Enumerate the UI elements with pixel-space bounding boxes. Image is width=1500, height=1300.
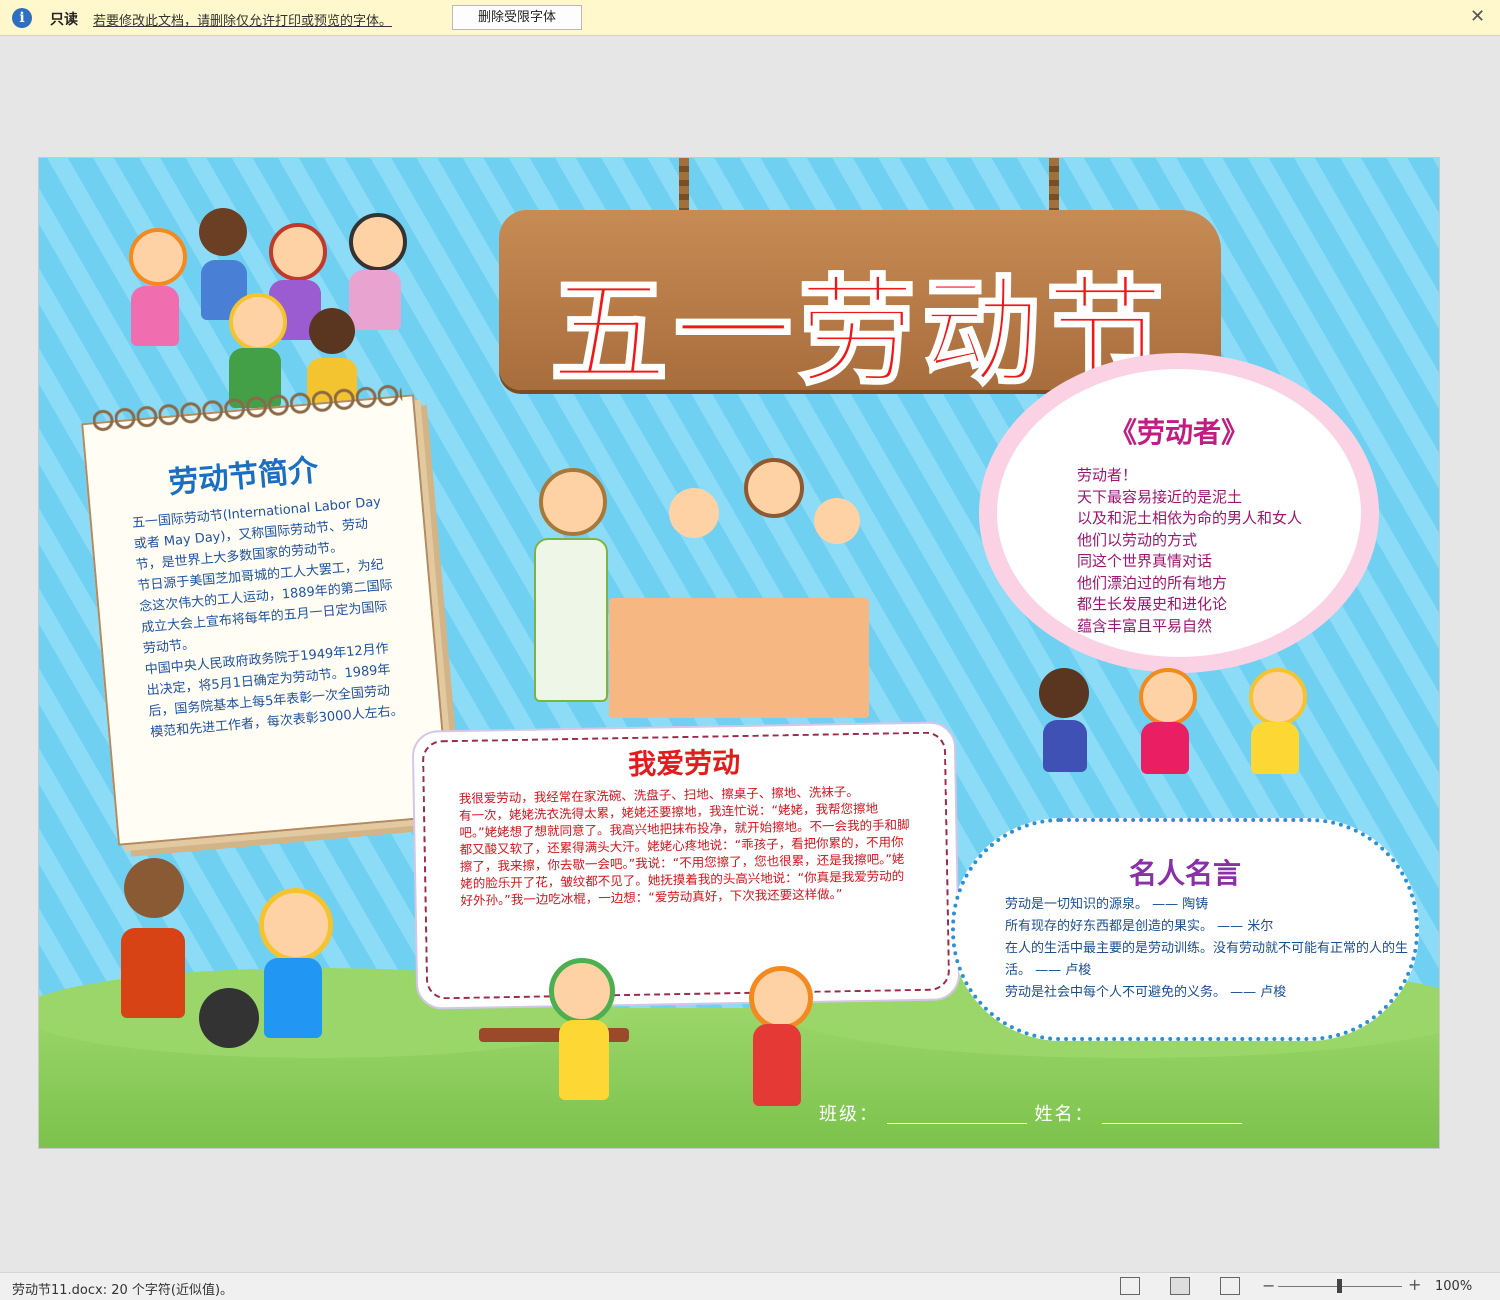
status-bar: 劳动节11.docx: 20 个字符(近似值)。 − + 100% xyxy=(0,1272,1500,1300)
intro-text: 五一国际劳动节(International Labor Day 或者 May D… xyxy=(131,494,405,741)
info-bar: i 只读 若要修改此文档，请删除仅允许打印或预览的字体。 删除受限字体 ✕ xyxy=(0,0,1500,36)
poem-text: 劳动者！ 天下最容易接近的是泥土 以及和泥土相依为命的男人和女人 他们以劳动的方… xyxy=(1077,466,1303,635)
zoom-out-button[interactable]: − xyxy=(1262,1276,1275,1295)
poem-title: 《劳动者》 xyxy=(1108,416,1249,449)
info-icon: i xyxy=(12,8,32,28)
document-page: 五一劳动节 劳动节简介 五一国际劳动节(International Labor … xyxy=(38,157,1440,1149)
jumping-children-illustration xyxy=(1029,658,1349,808)
name-blank[interactable] xyxy=(1102,1107,1243,1124)
web-layout-icon[interactable] xyxy=(1220,1277,1240,1295)
quotes-title: 名人名言 xyxy=(1128,857,1241,890)
remove-restricted-fonts-button[interactable]: 删除受限字体 xyxy=(452,5,582,30)
print-layout-icon[interactable] xyxy=(1170,1277,1190,1295)
read-mode-icon[interactable] xyxy=(1120,1277,1140,1295)
intro-notebook: 劳动节简介 五一国际劳动节(International Labor Day 或者… xyxy=(81,379,451,846)
family-cooking-illustration xyxy=(499,448,899,718)
class-blank[interactable] xyxy=(886,1107,1027,1124)
close-icon[interactable]: ✕ xyxy=(1470,6,1485,27)
poem-circle: 《劳动者》 劳动者！ 天下最容易接近的是泥土 以及和泥土相依为命的男人和女人 他… xyxy=(979,353,1379,673)
readonly-label: 只读 xyxy=(50,12,78,28)
class-label: 班级： xyxy=(819,1104,879,1125)
recycling-kids-illustration xyxy=(109,858,369,1088)
zoom-level[interactable]: 100% xyxy=(1435,1279,1472,1294)
zoom-slider-thumb[interactable] xyxy=(1337,1279,1342,1293)
love-text: 我很爱劳动，我经常在家洗碗、洗盘子、扫地、擦桌子、擦地、洗袜子。 有一次，姥姥洗… xyxy=(458,783,910,908)
intro-heading: 劳动节简介 xyxy=(167,452,320,501)
restricted-fonts-link[interactable]: 若要修改此文档，请删除仅允许打印或预览的字体。 xyxy=(93,10,392,29)
file-info: 劳动节11.docx: 20 个字符(近似值)。 xyxy=(12,1283,234,1298)
quotes-text: 劳动是一切知识的源泉。 —— 陶铸 所有现存的好东西都是创造的果实。 —— 米尔… xyxy=(1005,897,1409,1000)
class-name-fields: 班级： 姓名： xyxy=(819,1100,1243,1126)
name-label: 姓名： xyxy=(1034,1104,1095,1125)
zoom-in-button[interactable]: + xyxy=(1408,1275,1421,1294)
quotes-cloud: 名人名言 劳动是一切知识的源泉。 —— 陶铸 所有现存的好东西都是创造的果实。 … xyxy=(951,818,1419,1041)
